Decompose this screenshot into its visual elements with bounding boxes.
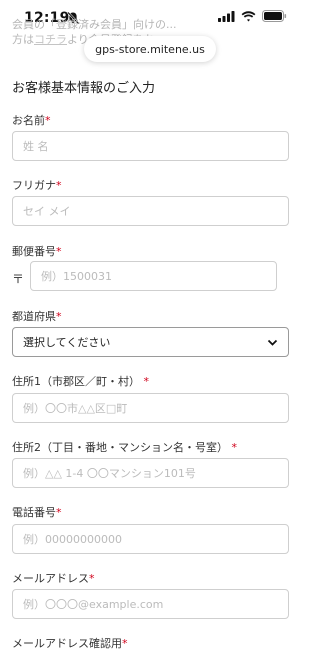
prefecture-label: 都道府県* bbox=[12, 310, 62, 323]
email-label: メールアドレス* bbox=[12, 572, 95, 585]
chevron-down-icon bbox=[267, 339, 278, 346]
postal-code-input[interactable]: 例）1500031 bbox=[30, 261, 277, 291]
required-mark: * bbox=[89, 572, 95, 585]
furigana-input[interactable]: セイ メイ bbox=[12, 196, 289, 226]
signal-icon bbox=[218, 10, 235, 22]
required-mark: * bbox=[56, 245, 62, 258]
address2-label: 住所2（丁目・番地・マンション名・号室） * bbox=[12, 441, 238, 454]
postal-mark: 〒 bbox=[12, 272, 25, 286]
phone-input[interactable]: 例）00000000000 bbox=[12, 524, 289, 554]
required-mark: * bbox=[231, 441, 238, 454]
wifi-icon bbox=[241, 10, 256, 21]
postal-code-label: 郵便番号* bbox=[12, 245, 62, 258]
address2-input[interactable]: 例）△△ 1-4 〇〇マンション101号 bbox=[12, 458, 289, 488]
faded-login-link[interactable]: コチラ bbox=[34, 33, 67, 46]
prefecture-select-value: 選択してください bbox=[23, 336, 111, 349]
email-input[interactable]: 例）〇〇〇@example.com bbox=[12, 589, 289, 619]
required-mark: * bbox=[143, 375, 150, 388]
name-label: お名前* bbox=[12, 114, 51, 127]
prefecture-select[interactable]: 選択してください bbox=[12, 327, 289, 357]
section-title: お客様基本情報のご入力 bbox=[12, 81, 156, 96]
faded-login-prefix: 方は bbox=[12, 33, 34, 46]
required-mark: * bbox=[45, 114, 51, 127]
furigana-label: フリガナ* bbox=[12, 179, 62, 192]
battery-icon bbox=[262, 10, 287, 22]
phone-label: 電話番号* bbox=[12, 506, 62, 519]
name-input[interactable]: 姓 名 bbox=[12, 131, 289, 161]
required-mark: * bbox=[56, 506, 62, 519]
required-mark: * bbox=[56, 310, 62, 323]
url-bar[interactable]: gps-store.mitene.us bbox=[84, 36, 216, 62]
address1-input[interactable]: 例）〇〇市△△区□町 bbox=[12, 393, 289, 423]
required-mark: * bbox=[122, 637, 128, 650]
faded-header-text: 会員の「登録済み会員」向けの... bbox=[12, 18, 177, 31]
email-confirm-label: メールアドレス確認用* bbox=[12, 637, 128, 650]
required-mark: * bbox=[56, 179, 62, 192]
address1-label: 住所1（市郡区／町・村） * bbox=[12, 375, 150, 388]
